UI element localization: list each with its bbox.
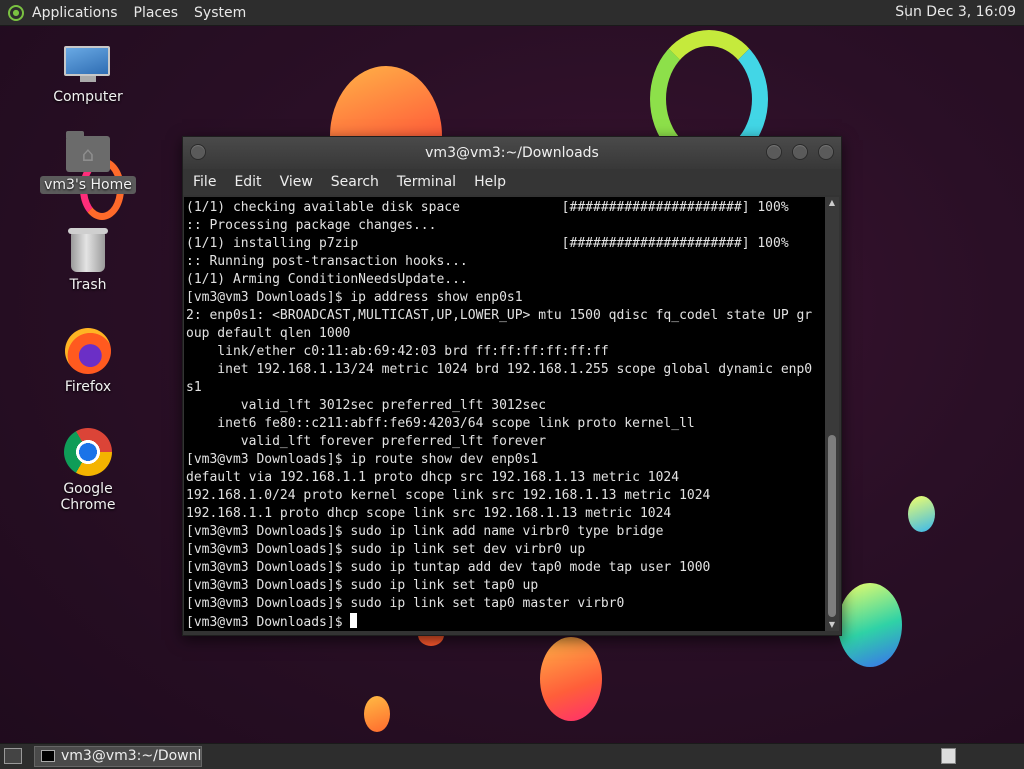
terminal-prompt: [vm3@vm3 Downloads]$ xyxy=(186,615,351,630)
menu-view[interactable]: View xyxy=(280,174,313,190)
maximize-button[interactable] xyxy=(792,144,808,160)
desktop-icon-home[interactable]: ⌂ vm3's Home xyxy=(38,131,138,194)
terminal-line: 2: enp0s1: <BROADCAST,MULTICAST,UP,LOWER… xyxy=(186,308,813,323)
chrome-icon xyxy=(64,428,112,476)
terminal-line: 192.168.1.1 proto dhcp scope link src 19… xyxy=(186,506,672,521)
menu-help[interactable]: Help xyxy=(474,174,506,190)
terminal-line: oup default qlen 1000 xyxy=(186,326,351,341)
desktop-icon-label: vm3's Home xyxy=(40,176,136,194)
firefox-icon xyxy=(65,328,111,374)
wallpaper-blob xyxy=(908,496,935,532)
terminal-menubar: File Edit View Search Terminal Help xyxy=(183,169,841,195)
terminal-line: [vm3@vm3 Downloads]$ sudo ip link set de… xyxy=(186,542,586,557)
scroll-up-arrow-icon[interactable]: ▲ xyxy=(825,197,839,209)
wallpaper-blob xyxy=(364,696,390,732)
desktop-icon-label: Computer xyxy=(53,89,123,105)
menu-terminal[interactable]: Terminal xyxy=(397,174,456,190)
wallpaper-blob xyxy=(838,583,902,667)
terminal-line: 192.168.1.0/24 proto kernel scope link s… xyxy=(186,488,711,503)
minimize-button[interactable] xyxy=(766,144,782,160)
wallpaper-blob xyxy=(540,637,602,721)
terminal-line: valid_lft 3012sec preferred_lft 3012sec xyxy=(240,398,547,413)
terminal-line: (1/1) installing p7zip [################… xyxy=(186,236,789,251)
terminal-line: inet6 fe80::c211:abff:fe69:4203/64 scope… xyxy=(217,416,695,431)
desktop-icon-computer[interactable]: Computer xyxy=(38,46,138,106)
show-desktop-icon[interactable] xyxy=(4,748,22,764)
desktop-icon-trash[interactable]: Trash xyxy=(38,228,138,294)
computer-icon xyxy=(64,46,112,84)
terminal-line: :: Processing package changes... xyxy=(186,218,437,233)
terminal-line: (1/1) Arming ConditionNeedsUpdate... xyxy=(186,272,468,287)
terminal-line: s1 xyxy=(186,380,202,395)
menu-file[interactable]: File xyxy=(193,174,216,190)
home-folder-icon: ⌂ xyxy=(66,131,110,172)
workspace-switcher[interactable] xyxy=(941,748,956,764)
top-menu: ● Applications Places System xyxy=(8,0,262,25)
terminal-line: [vm3@vm3 Downloads]$ sudo ip link set ta… xyxy=(186,578,539,593)
taskbar-item-terminal[interactable]: vm3@vm3:~/Downl... xyxy=(34,746,202,767)
terminal-icon xyxy=(41,750,55,762)
terminal-cursor xyxy=(350,613,358,628)
terminal-line: inet 192.168.1.13/24 metric 1024 brd 192… xyxy=(217,362,813,377)
terminal-output[interactable]: (1/1) checking available disk space [###… xyxy=(184,197,825,631)
mate-logo-icon[interactable]: ● xyxy=(8,4,24,21)
terminal-line: default via 192.168.1.1 proto dhcp src 1… xyxy=(186,470,680,485)
terminal-window[interactable]: vm3@vm3:~/Downloads File Edit View Searc… xyxy=(182,136,842,636)
scroll-down-arrow-icon[interactable]: ▼ xyxy=(825,619,839,631)
window-titlebar[interactable]: vm3@vm3:~/Downloads xyxy=(183,137,841,169)
desktop-icon-label: Firefox xyxy=(64,379,112,395)
terminal-line: [vm3@vm3 Downloads]$ ip address show enp… xyxy=(186,290,523,305)
desktop-icon-firefox[interactable]: Firefox xyxy=(38,328,138,396)
terminal-line: (1/1) checking available disk space [###… xyxy=(186,200,789,215)
terminal-scrollbar[interactable]: ▲ ▼ xyxy=(825,197,839,631)
places-menu[interactable]: Places xyxy=(134,5,179,21)
menu-search[interactable]: Search xyxy=(331,174,379,190)
scrollbar-thumb[interactable] xyxy=(828,435,836,617)
terminal-line: valid_lft forever preferred_lft forever xyxy=(240,434,547,449)
taskbar-item-label: vm3@vm3:~/Downl... xyxy=(61,748,202,764)
system-menu[interactable]: System xyxy=(194,5,246,21)
window-title: vm3@vm3:~/Downloads xyxy=(425,145,599,161)
clock[interactable]: Sun Dec 3, 16:09 xyxy=(895,0,1016,25)
desktop-icon-chrome[interactable]: Google Chrome xyxy=(38,428,138,514)
terminal-line: link/ether c0:11:ab:69:42:03 brd ff:ff:f… xyxy=(217,344,609,359)
terminal-line: [vm3@vm3 Downloads]$ ip route show dev e… xyxy=(186,452,539,467)
bottom-panel: vm3@vm3:~/Downl... xyxy=(0,743,1024,769)
trash-icon xyxy=(68,228,108,272)
terminal-line: [vm3@vm3 Downloads]$ sudo ip link add na… xyxy=(186,524,664,539)
terminal-text: (1/1) checking available disk space [###… xyxy=(184,197,825,631)
terminal-line: [vm3@vm3 Downloads]$ sudo ip tuntap add … xyxy=(186,560,711,575)
top-panel: ● Applications Places System Sun Dec 3, … xyxy=(0,0,1024,26)
terminal-line: [vm3@vm3 Downloads]$ sudo ip link set ta… xyxy=(186,596,625,611)
terminal-line: :: Running post-transaction hooks... xyxy=(186,254,468,269)
desktop-icon-label: Google Chrome xyxy=(60,481,116,513)
menu-edit[interactable]: Edit xyxy=(234,174,261,190)
applications-menu[interactable]: Applications xyxy=(32,5,118,21)
close-button[interactable] xyxy=(818,144,834,160)
desktop-icon-label: Trash xyxy=(69,277,107,293)
